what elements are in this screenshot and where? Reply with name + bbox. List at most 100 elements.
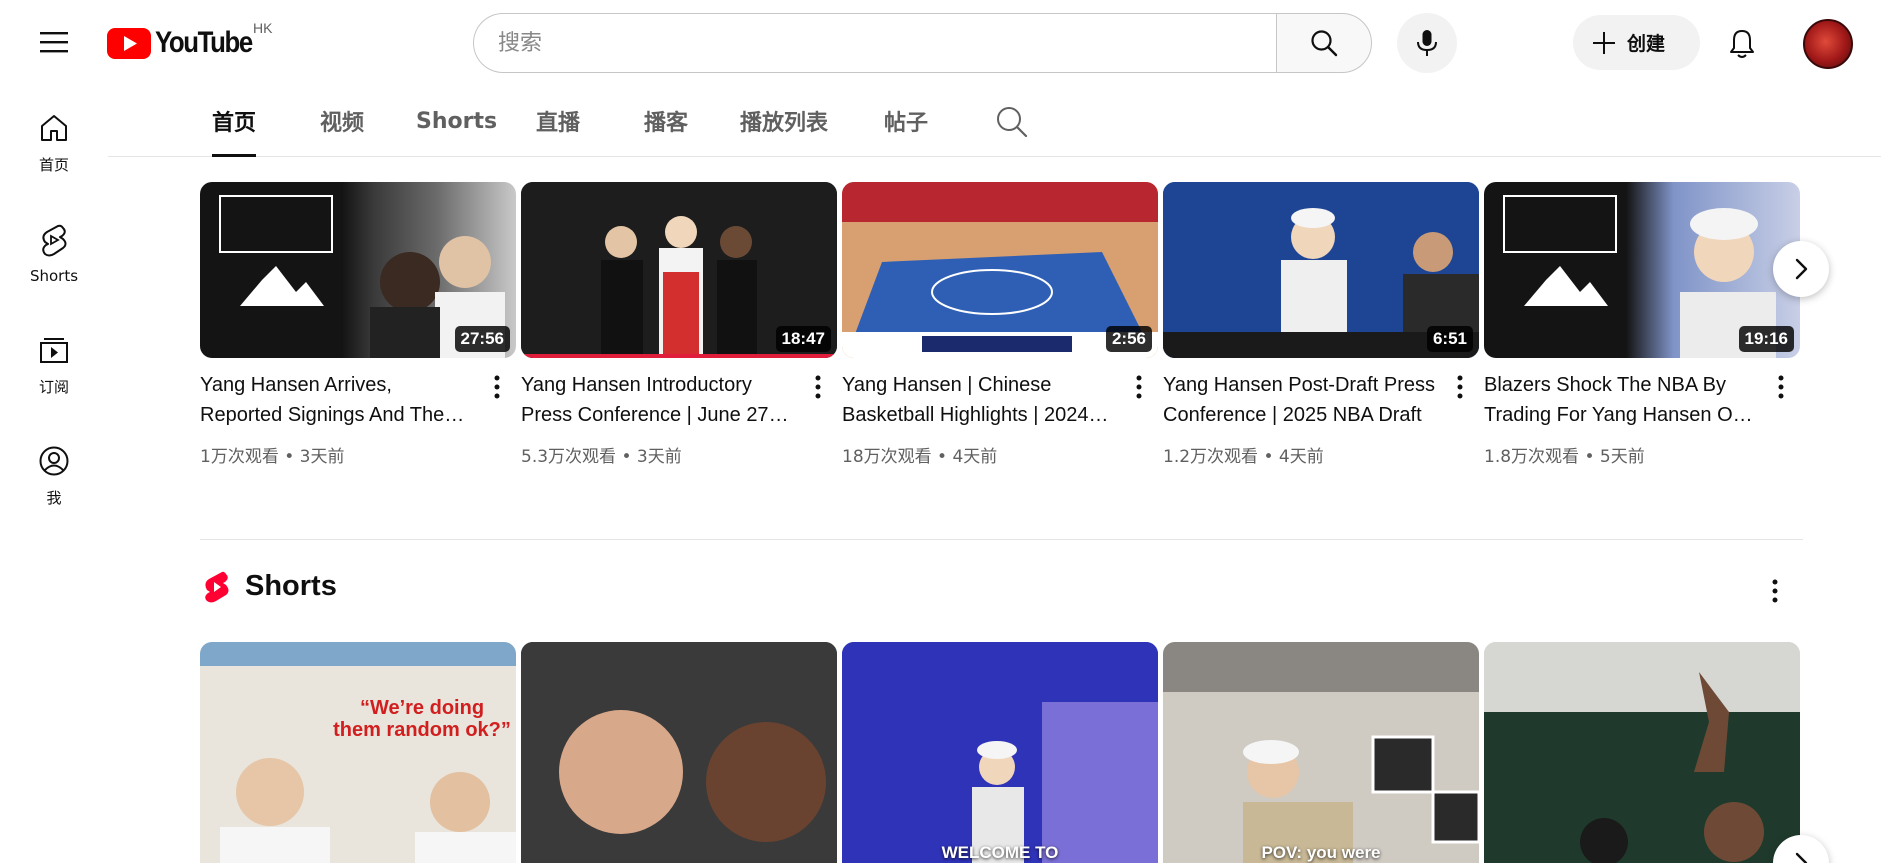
video-metadata: 18万次观看 • 4天前 [842,442,997,467]
video-metadata: 1.2万次观看 • 4天前 [1163,442,1324,467]
create-button-label: 创建 [1627,33,1666,55]
tab-playlists[interactable]: 播放列表 [740,86,828,156]
video-thumbnail[interactable]: 27:56 [200,182,516,358]
view-count: 1.2万次观看 [1163,447,1259,467]
plus-icon [1593,31,1615,54]
channel-tabs: 首页 视频 Shorts 直播 播客 播放列表 帖子 [108,86,1881,157]
logo-wordmark: YouTube [155,26,253,59]
channel-search-icon[interactable] [994,104,1030,140]
video-more-button[interactable] [485,372,509,402]
create-button[interactable]: 创建 [1573,15,1700,70]
short-thumbnail-art: “We’re doing them random ok?” [200,642,516,863]
chevron-right-icon [1795,258,1808,280]
view-count: 18万次观看 [842,447,932,467]
video-thumbnail[interactable]: 19:16 [1484,182,1800,358]
subscriptions-icon [40,338,68,363]
guide-item-label: 首页 [38,156,69,174]
short-caption: POV: you were [1261,843,1381,862]
video-metadata: 1.8万次观看 • 5天前 [1484,442,1645,467]
youtube-play-logo-icon [107,27,151,59]
video-card[interactable]: 27:56 Yang Hansen Arrives, Reported Sign… [200,182,516,467]
tab-posts[interactable]: 帖子 [884,86,928,156]
home-icon [41,115,67,141]
video-more-button[interactable] [1448,372,1472,402]
chevron-right-icon [1795,852,1808,863]
video-title[interactable]: Blazers Shock The NBA By Trading For Yan… [1484,370,1756,430]
short-card[interactable]: WELCOME TO [842,642,1158,863]
guide-item-label: 订阅 [38,378,69,396]
short-overlay-line-1: “We’re doing [360,697,484,719]
video-duration: 19:16 [1738,326,1794,352]
upload-age: 5天前 [1599,447,1645,467]
video-title[interactable]: Yang Hansen Introductory Press Conferenc… [521,370,793,430]
video-title[interactable]: Yang Hansen Arrives, Reported Signings A… [200,370,472,430]
microphone-icon [1417,30,1437,56]
short-card[interactable]: POV: you were [1163,642,1479,863]
guide-menu-button[interactable] [30,22,78,62]
video-more-button[interactable] [1127,372,1151,402]
tab-podcasts[interactable]: 播客 [644,86,688,156]
video-metadata: 1万次观看 • 3天前 [200,442,345,467]
upload-age: 3天前 [299,447,345,467]
carousel-next-button[interactable] [1773,241,1829,297]
video-duration: 18:47 [775,326,831,352]
shorts-icon [42,224,67,257]
meta-separator: • [1579,447,1600,467]
short-card[interactable] [1484,642,1800,863]
search-input[interactable] [498,30,1277,56]
hamburger-menu-icon [40,32,68,53]
guide-item-label: 我 [46,489,62,507]
video-title[interactable]: Yang Hansen Post-Draft Press Conference … [1163,370,1435,430]
section-divider [200,539,1803,540]
video-title[interactable]: Yang Hansen | Chinese Basketball Highlig… [842,370,1114,430]
more-vertical-icon [1136,375,1142,399]
masthead: YouTube HK 创建 [0,0,1881,86]
video-card[interactable]: 18:47 Yang Hansen Introductory Press Con… [521,182,837,467]
tab-videos[interactable]: 视频 [320,86,364,156]
short-card[interactable] [521,642,837,863]
short-caption: WELCOME TO [941,843,1059,862]
tab-home[interactable]: 首页 [212,86,257,157]
video-thumbnail[interactable]: 18:47 [521,182,837,358]
account-avatar[interactable] [1803,19,1853,69]
more-vertical-icon [1778,375,1784,399]
search-button[interactable] [1276,13,1372,73]
account-icon [39,446,69,476]
short-overlay-line-2: them random ok?” [333,719,511,741]
upload-age: 3天前 [636,447,682,467]
video-card[interactable]: 2:56 Yang Hansen | Chinese Basketball Hi… [842,182,1158,467]
shorts-shelf-header: Shorts [203,570,337,603]
meta-separator: • [616,447,637,467]
short-thumbnail-art [1484,642,1800,863]
video-more-button[interactable] [806,372,830,402]
video-card[interactable]: 19:16 Blazers Shock The NBA By Trading F… [1484,182,1800,467]
guide-sidebar: 首页 Shorts 订阅 我 [0,96,108,540]
notifications-button[interactable] [1718,20,1766,68]
search-icon [1311,30,1338,57]
video-duration: 27:56 [454,326,510,352]
more-vertical-icon [1457,375,1463,399]
guide-item-subscriptions[interactable]: 订阅 [0,318,108,429]
shorts-logo-icon [205,571,229,602]
video-thumbnail[interactable]: 6:51 [1163,182,1479,358]
guide-item-shorts[interactable]: Shorts [0,207,108,318]
tab-live[interactable]: 直播 [536,86,580,156]
meta-separator: • [1258,447,1279,467]
view-count: 1.8万次观看 [1484,447,1580,467]
short-thumbnail-art [842,642,1158,863]
shorts-shelf-more-button[interactable] [1763,574,1787,608]
video-more-button[interactable] [1769,372,1793,402]
video-card[interactable]: 6:51 Yang Hansen Post-Draft Press Confer… [1163,182,1479,467]
youtube-logo[interactable]: YouTube [107,26,268,60]
shorts-shelf-title: Shorts [245,570,337,602]
short-card[interactable]: “We’re doing them random ok?” [200,642,516,863]
voice-search-button[interactable] [1397,13,1457,73]
guide-item-label: Shorts [29,267,79,285]
upload-age: 4天前 [952,447,998,467]
guide-item-you[interactable]: 我 [0,429,108,540]
tab-shorts[interactable]: Shorts [416,86,497,156]
video-thumbnail[interactable]: 2:56 [842,182,1158,358]
more-vertical-icon [494,375,500,399]
view-count: 5.3万次观看 [521,447,617,467]
guide-item-home[interactable]: 首页 [0,96,108,207]
